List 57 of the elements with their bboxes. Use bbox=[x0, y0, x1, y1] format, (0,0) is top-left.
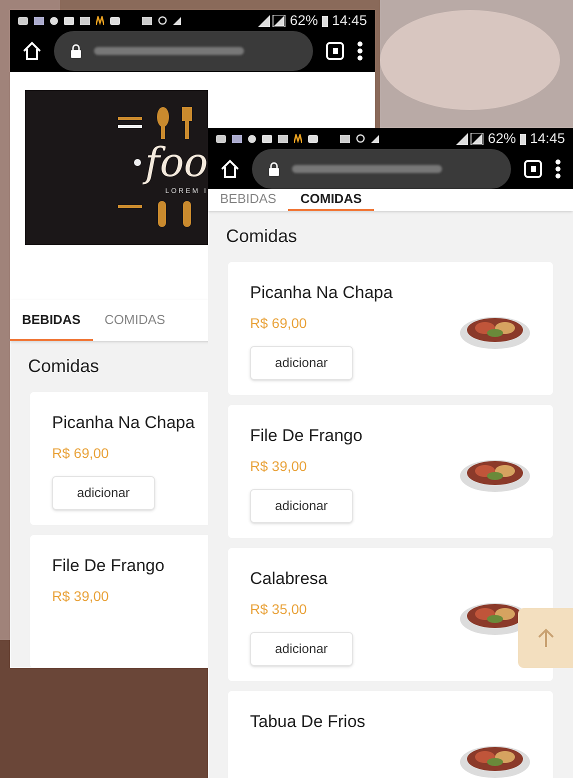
item-name: Picanha Na Chapa bbox=[250, 282, 393, 304]
camera-icon bbox=[110, 16, 120, 25]
battery-icon bbox=[322, 14, 328, 27]
clock: 14:45 bbox=[332, 11, 367, 30]
item-name: File De Frango bbox=[250, 424, 362, 446]
category-tab[interactable]: BEBIDAS bbox=[10, 300, 93, 341]
item-price: R$ 69,00 bbox=[250, 314, 307, 333]
arches-icon bbox=[294, 134, 302, 143]
category-tab[interactable]: COMIDAS bbox=[288, 189, 374, 210]
battery-percent: 62% bbox=[488, 129, 516, 148]
alarm-icon bbox=[356, 134, 365, 143]
signal-icon bbox=[456, 132, 484, 144]
arches-icon bbox=[96, 16, 104, 26]
wifi-icon bbox=[371, 134, 379, 142]
nfc-icon bbox=[340, 134, 350, 142]
item-price: R$ 39,00 bbox=[52, 587, 109, 606]
battery-icon bbox=[520, 132, 526, 144]
video-icon bbox=[64, 16, 74, 25]
item-name: Picanha Na Chapa bbox=[52, 412, 195, 434]
item-name: Tabua De Frios bbox=[250, 710, 366, 732]
video-icon bbox=[262, 134, 272, 142]
item-price: R$ 35,00 bbox=[250, 600, 307, 619]
wifi-icon bbox=[173, 16, 181, 25]
message-icon bbox=[216, 134, 226, 142]
logo-text: foo bbox=[145, 142, 208, 183]
add-button[interactable]: adicionar bbox=[250, 489, 353, 522]
alarm-icon bbox=[158, 16, 167, 26]
lock-icon bbox=[70, 44, 82, 58]
address-bar[interactable] bbox=[54, 31, 313, 72]
signal-icon bbox=[258, 14, 286, 27]
up-arrow-icon bbox=[536, 628, 554, 648]
lock-icon bbox=[268, 162, 280, 176]
clock: 14:45 bbox=[530, 129, 565, 148]
item-name: Calabresa bbox=[250, 568, 328, 590]
tab-switcher-icon[interactable] bbox=[523, 159, 543, 179]
item-price: R$ 69,00 bbox=[52, 444, 109, 464]
item-name: File De Frango bbox=[52, 554, 164, 577]
add-button[interactable]: adicionar bbox=[52, 476, 155, 510]
category-tab[interactable]: BEBIDAS bbox=[208, 189, 288, 210]
add-button[interactable]: adicionar bbox=[250, 346, 353, 380]
section-title: Comidas bbox=[226, 224, 298, 248]
nfc-icon bbox=[142, 16, 152, 25]
home-icon[interactable] bbox=[22, 41, 42, 62]
section-title: Comidas bbox=[28, 354, 100, 378]
mail-icon bbox=[278, 134, 288, 142]
home-icon[interactable] bbox=[220, 159, 240, 179]
more-icon[interactable] bbox=[555, 159, 561, 179]
message-icon bbox=[18, 16, 28, 25]
battery-percent: 62% bbox=[290, 11, 318, 30]
mail-icon bbox=[80, 16, 90, 25]
item-price: R$ 39,00 bbox=[250, 457, 307, 476]
address-bar[interactable] bbox=[252, 149, 511, 189]
more-icon[interactable] bbox=[357, 41, 363, 62]
camera-icon bbox=[308, 134, 318, 142]
category-tab[interactable]: COMIDAS bbox=[92, 300, 178, 341]
tab-switcher-icon[interactable] bbox=[325, 41, 345, 62]
add-button[interactable]: adicionar bbox=[250, 632, 353, 666]
